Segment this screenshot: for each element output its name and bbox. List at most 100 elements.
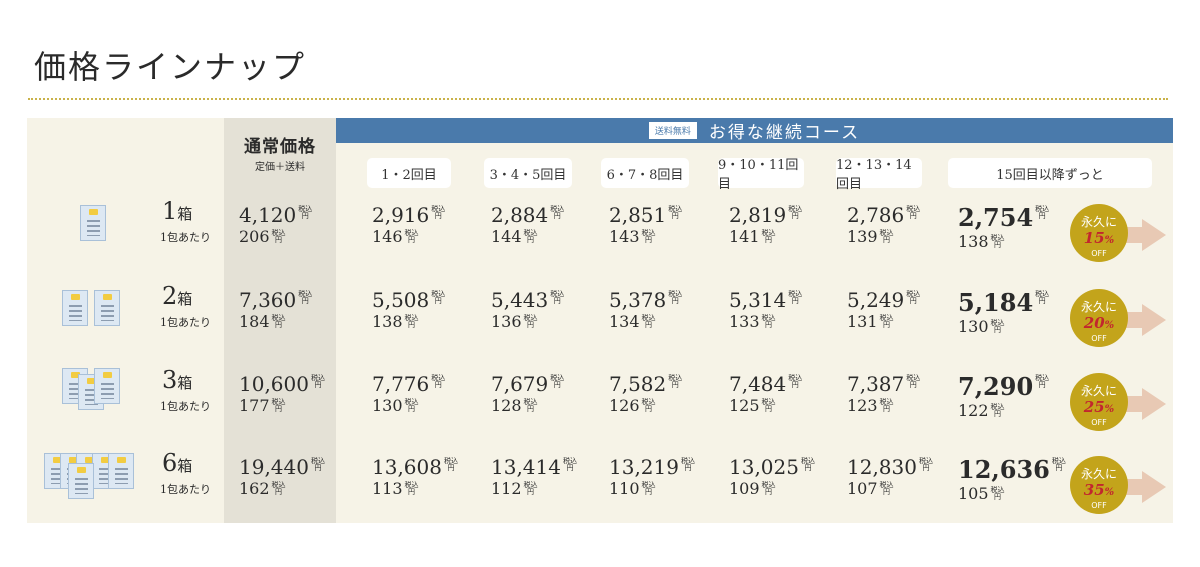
tax-included-label: 税込円 — [641, 481, 656, 496]
arrow-right-icon — [1142, 304, 1166, 336]
tax-included-label: 税込円 — [431, 205, 446, 220]
tax-included-label: 税込円 — [523, 314, 538, 329]
price-cell: 5,508 税込円 138 税込円 — [372, 288, 445, 331]
box-count: 1 — [162, 197, 178, 225]
regular-price-header: 通常価格 定価＋送料 — [224, 132, 336, 173]
total-price: 12,636 — [958, 455, 1050, 484]
arrow-right-icon — [1142, 219, 1166, 251]
total-price: 5,314 — [729, 288, 787, 312]
per-pack-price: 162 — [239, 479, 270, 498]
product-box-icon — [108, 453, 134, 489]
total-price: 2,916 — [372, 203, 430, 227]
price-cell: 12,830 税込円 107 税込円 — [847, 455, 933, 498]
free-shipping-badge: 送料無料 — [648, 122, 697, 139]
percent-sign: % — [1104, 320, 1115, 331]
tax-included-label: 税込円 — [550, 290, 565, 305]
discount-badge: 永久に 15% OFF — [1070, 204, 1128, 262]
tax-included-label: 税込円 — [680, 457, 695, 472]
per-pack-price: 143 — [609, 227, 640, 246]
price-cell: 13,219 税込円 110 税込円 — [609, 455, 695, 498]
price-cell: 7,776 税込円 130 税込円 — [372, 372, 445, 415]
total-price: 10,600 — [239, 372, 309, 396]
tax-included-label: 税込円 — [906, 205, 921, 220]
price-cell: 5,249 税込円 131 税込円 — [847, 288, 920, 331]
course-title: お得な継続コース — [708, 123, 861, 143]
badge-off-label: OFF — [1091, 249, 1107, 258]
per-pack-price: 110 — [609, 479, 640, 498]
column-header-5: 12・13・14回目 — [836, 158, 922, 192]
total-price: 2,851 — [609, 203, 667, 227]
price-cell: 7,582 税込円 126 税込円 — [609, 372, 682, 415]
tax-included-label: 税込円 — [761, 398, 776, 413]
subscription-course-header: 送料無料 お得な継続コース — [336, 118, 1173, 143]
tax-included-label: 税込円 — [310, 457, 325, 472]
arrow-right-icon — [1142, 471, 1166, 503]
price-cell: 2,819 税込円 141 税込円 — [729, 203, 802, 246]
total-price: 5,184 — [958, 288, 1034, 317]
tax-included-label: 税込円 — [906, 374, 921, 389]
price-cell: 2,916 税込円 146 税込円 — [372, 203, 445, 246]
tax-included-label: 税込円 — [906, 290, 921, 305]
total-price: 2,819 — [729, 203, 787, 227]
price-cell: 10,600 税込円 177 税込円 — [239, 372, 325, 415]
per-pack-price: 131 — [847, 312, 878, 331]
tax-included-label: 税込円 — [550, 374, 565, 389]
tax-included-label: 税込円 — [800, 457, 815, 472]
tax-included-label: 税込円 — [879, 229, 894, 244]
box-unit: 箱 — [177, 374, 193, 392]
discount-percent: 35 — [1083, 481, 1105, 499]
total-price: 7,290 — [958, 372, 1034, 401]
total-price: 13,608 — [372, 455, 442, 479]
tax-included-label: 税込円 — [271, 398, 286, 413]
price-cell: 7,360 税込円 184 税込円 — [239, 288, 312, 331]
total-price: 13,025 — [729, 455, 799, 479]
total-price: 4,120 — [239, 203, 297, 227]
tax-included-label: 税込円 — [310, 374, 325, 389]
total-price: 2,884 — [491, 203, 549, 227]
tax-included-label: 税込円 — [761, 481, 776, 496]
price-cell: 7,290 税込円 122 税込円 — [958, 372, 1049, 420]
price-cell: 2,884 税込円 144 税込円 — [491, 203, 564, 246]
percent-sign: % — [1104, 404, 1115, 415]
per-pack-label: 1包あたり — [160, 400, 211, 413]
per-pack-price: 134 — [609, 312, 640, 331]
total-price: 7,582 — [609, 372, 667, 396]
total-price: 2,786 — [847, 203, 905, 227]
tax-included-label: 税込円 — [523, 229, 538, 244]
per-pack-price: 128 — [491, 396, 522, 415]
box-count: 2 — [162, 282, 178, 310]
tax-included-label: 税込円 — [990, 319, 1005, 334]
badge-forever-label: 永久に — [1080, 467, 1117, 481]
tax-included-label: 税込円 — [788, 290, 803, 305]
tax-included-label: 税込円 — [879, 314, 894, 329]
per-pack-price: 125 — [729, 396, 760, 415]
price-cell: 5,443 税込円 136 税込円 — [491, 288, 564, 331]
per-pack-label: 1包あたり — [160, 231, 211, 244]
price-cell: 7,484 税込円 125 税込円 — [729, 372, 802, 415]
dotted-divider — [28, 98, 1168, 100]
box-count: 3 — [162, 366, 178, 394]
tax-included-label: 税込円 — [550, 205, 565, 220]
per-pack-price: 139 — [847, 227, 878, 246]
per-pack-price: 130 — [958, 317, 989, 336]
tax-included-label: 税込円 — [298, 205, 313, 220]
box-unit: 箱 — [177, 205, 193, 223]
per-pack-price: 138 — [958, 232, 989, 251]
tax-included-label: 税込円 — [523, 398, 538, 413]
badge-off-label: OFF — [1091, 418, 1107, 427]
tax-included-label: 税込円 — [298, 290, 313, 305]
tax-included-label: 税込円 — [271, 229, 286, 244]
badge-forever-label: 永久に — [1080, 215, 1117, 229]
price-cell: 5,378 税込円 134 税込円 — [609, 288, 682, 331]
price-cell: 19,440 税込円 162 税込円 — [239, 455, 325, 498]
tax-included-label: 税込円 — [879, 398, 894, 413]
per-pack-price: 141 — [729, 227, 760, 246]
per-pack-price: 184 — [239, 312, 270, 331]
total-price: 7,679 — [491, 372, 549, 396]
box-count: 6 — [162, 449, 178, 477]
product-box-icon — [94, 290, 120, 326]
badge-forever-label: 永久に — [1080, 384, 1117, 398]
tax-included-label: 税込円 — [271, 314, 286, 329]
total-price: 5,443 — [491, 288, 549, 312]
per-pack-price: 126 — [609, 396, 640, 415]
